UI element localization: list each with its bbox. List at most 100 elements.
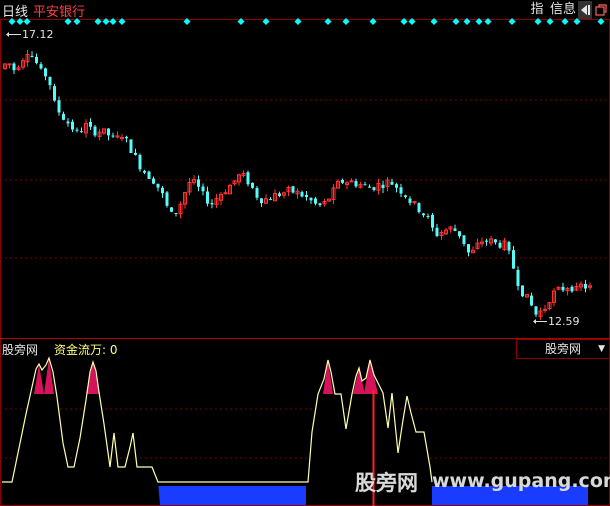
candle-body <box>39 64 43 69</box>
stock-name: 平安银行 <box>33 5 86 20</box>
candle-body <box>269 199 272 201</box>
low-pointer-arrow <box>533 319 536 324</box>
candle-body <box>174 212 178 214</box>
candle-body <box>201 186 205 192</box>
candle-body <box>120 136 124 139</box>
candle-body <box>170 207 173 212</box>
candle-body <box>372 187 376 190</box>
window-restore-button[interactable] <box>594 1 608 19</box>
candle-body <box>498 242 502 248</box>
candle-body <box>426 215 430 217</box>
indicator-selector[interactable]: 股旁网 ▼ <box>516 339 610 359</box>
indicator-selector-value: 股旁网 <box>545 342 582 356</box>
candle-body <box>354 181 358 187</box>
candle-body <box>152 178 155 184</box>
candle-body <box>129 139 133 153</box>
candle-body <box>349 180 354 183</box>
candle-body <box>210 203 214 205</box>
info-button[interactable]: 信息 <box>549 1 577 19</box>
candle-body <box>44 68 47 77</box>
period-label[interactable]: 日线 <box>2 1 28 20</box>
candle-body <box>453 228 457 231</box>
candle-body <box>561 286 565 291</box>
candle-body <box>530 295 533 306</box>
candle-body <box>494 239 497 243</box>
candle-body <box>521 285 524 297</box>
restore-icon <box>595 4 607 16</box>
candle-body <box>53 86 56 101</box>
candle-body <box>89 121 92 127</box>
candlestick-series <box>3 49 592 320</box>
candle-body <box>570 286 574 292</box>
low-price-label: 12.59 <box>548 315 580 328</box>
candle-body <box>143 170 146 173</box>
candle-body <box>197 179 200 187</box>
candle-body <box>246 172 250 185</box>
candle-body <box>75 129 79 131</box>
candle-body <box>485 240 488 242</box>
candle-body <box>390 181 394 185</box>
candle-body <box>341 179 344 183</box>
candle-body <box>534 306 538 315</box>
candle-body <box>165 192 169 206</box>
candle-body <box>408 198 412 203</box>
candle-body <box>134 152 137 155</box>
candle-body <box>206 191 209 204</box>
candle-body <box>255 187 259 198</box>
candle-body <box>516 269 520 287</box>
candle-body <box>435 227 439 237</box>
candle-body <box>57 100 61 113</box>
candle-body <box>399 187 403 194</box>
candle-body <box>422 213 425 216</box>
candle-body <box>431 214 434 228</box>
watermark-url: www.gupang.com <box>432 470 610 492</box>
candle-body <box>66 121 70 124</box>
candle-body <box>543 308 547 311</box>
indicator-name: 股旁网 <box>2 343 39 357</box>
candle-body <box>147 171 151 179</box>
candle-body <box>467 244 470 253</box>
candle-body <box>30 55 34 57</box>
candle-body <box>462 235 466 244</box>
candle-body <box>381 184 385 189</box>
candle-body <box>62 113 65 120</box>
high-pointer-arrow <box>6 32 9 37</box>
candle-body <box>458 231 461 237</box>
chart-canvas[interactable] <box>0 0 610 506</box>
candle-body <box>71 121 74 130</box>
candle-body <box>305 194 308 198</box>
candle-body <box>111 135 115 137</box>
candle-body <box>363 184 367 186</box>
candle-body <box>278 193 281 197</box>
candle-body <box>300 192 304 197</box>
candle-body <box>125 136 128 139</box>
candle-body <box>12 63 16 71</box>
candle-body <box>251 182 254 188</box>
candle-body <box>291 186 295 193</box>
candle-body <box>512 250 515 269</box>
chevron-down-icon: ▼ <box>598 344 605 354</box>
candle-body <box>395 184 398 188</box>
high-low-markers <box>6 32 547 324</box>
candle-body <box>156 183 160 188</box>
candle-body <box>7 63 12 66</box>
candle-body <box>93 126 97 136</box>
capital-flow-bar <box>158 486 306 505</box>
candle-body <box>48 76 52 86</box>
candle-body <box>35 56 38 63</box>
candle-body <box>107 128 110 136</box>
candle-body <box>368 186 371 188</box>
candle-body <box>260 198 263 204</box>
back-button[interactable] <box>578 1 592 19</box>
watermark-text: 股旁网 <box>355 471 418 495</box>
indicator-button[interactable]: 指 <box>528 1 546 19</box>
candle-body <box>314 198 317 204</box>
candle-body <box>80 131 83 133</box>
candle-body <box>404 195 407 197</box>
candle-body <box>161 187 164 194</box>
candle-body <box>417 203 421 213</box>
candle-body <box>584 283 587 289</box>
back-icon <box>581 5 590 15</box>
candle-body <box>138 154 142 170</box>
candle-body <box>318 203 322 206</box>
